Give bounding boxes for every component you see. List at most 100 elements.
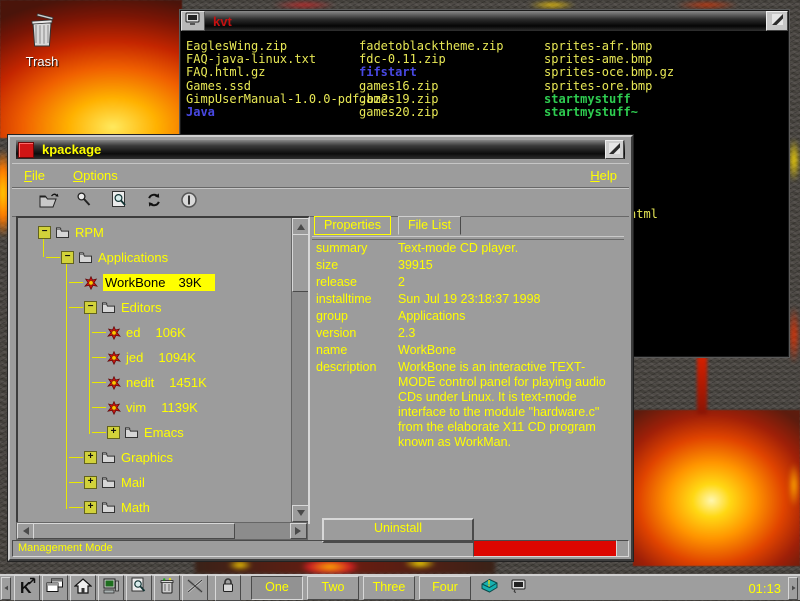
- tools-button[interactable]: [182, 575, 208, 601]
- kpackage-window-menu-button[interactable]: [18, 142, 34, 158]
- desktop-button-one[interactable]: One: [251, 576, 303, 600]
- panel-hide-handle-right[interactable]: [788, 577, 798, 600]
- tree-label: vim1139K: [126, 400, 198, 415]
- package-icon: [84, 276, 98, 290]
- tree-label: Graphics: [121, 450, 173, 465]
- folder-icon: [78, 251, 93, 264]
- window-list-icon: [46, 578, 64, 599]
- tree-connector-line: [92, 407, 106, 408]
- kpackage-task-button[interactable]: !: [477, 576, 501, 600]
- terminal-line: FAQ.html.gz: [186, 66, 388, 79]
- tab-file-list[interactable]: File List: [398, 216, 461, 235]
- tree-item-size: 1139K: [161, 400, 198, 415]
- desktop-button-four[interactable]: Four: [419, 576, 471, 600]
- scroll-up-button[interactable]: [292, 218, 309, 235]
- k-menu-button[interactable]: K: [14, 575, 40, 601]
- trash-button[interactable]: [154, 575, 180, 601]
- scroll-down-button[interactable]: [292, 505, 309, 522]
- package-icon: [107, 401, 121, 415]
- tree-item-jed[interactable]: jed1094K: [18, 345, 290, 370]
- desktop-button-two[interactable]: Two: [307, 576, 359, 600]
- expand-expander[interactable]: +: [107, 426, 120, 439]
- find-package-button[interactable]: [71, 191, 97, 215]
- terminal-column: fadetoblacktheme.zipfdc-0.11.zipfifstart…: [359, 40, 504, 119]
- tree-item-editors[interactable]: − Editors: [18, 295, 290, 320]
- scroll-left-button[interactable]: [17, 523, 34, 539]
- find-file-button[interactable]: [106, 191, 132, 215]
- home-icon: [74, 578, 92, 599]
- arrow-down-icon: [297, 510, 305, 520]
- kvt-task-button[interactable]: [507, 576, 531, 600]
- lock-button[interactable]: [215, 575, 241, 601]
- terminal-button[interactable]: [98, 575, 124, 601]
- menu-options[interactable]: Options: [73, 168, 118, 183]
- tree-connector-line: [69, 282, 83, 283]
- home-button[interactable]: [70, 575, 96, 601]
- kpackage-maximize-button[interactable]: [605, 140, 624, 159]
- tree-connector-line: [69, 507, 83, 508]
- tree-horizontal-scrollbar[interactable]: [16, 522, 308, 540]
- tree-label: Applications: [98, 250, 168, 265]
- tree-item-graphics[interactable]: + Graphics: [18, 445, 290, 470]
- terminal-column: EaglesWing.zipFAQ-java-linux.txtFAQ.html…: [186, 40, 388, 119]
- collapse-expander[interactable]: −: [38, 226, 51, 239]
- tree-item-math[interactable]: +Math: [18, 495, 290, 520]
- tree-item-name: Editors: [121, 300, 161, 315]
- menu-help[interactable]: Help: [590, 168, 617, 183]
- panel-hide-handle-left[interactable]: [1, 577, 11, 600]
- kvt-titlebar-bar[interactable]: kvt: [205, 11, 766, 31]
- kvt-window-menu-button[interactable]: [181, 11, 205, 31]
- wallpaper-flame-tile: [633, 410, 800, 566]
- tree-item-ed[interactable]: ed106K: [18, 320, 290, 345]
- package-tree-panel[interactable]: −RPM−ApplicationsWorkBone39K−Editorsed10…: [16, 216, 310, 524]
- property-key: summary: [316, 241, 396, 255]
- terminal-line: sprites-oce.bmp.gz: [544, 66, 674, 79]
- collapse-expander[interactable]: −: [84, 301, 97, 314]
- tree-label: jed1094K: [126, 350, 196, 365]
- kpackage-titlebar[interactable]: kpackage: [16, 140, 625, 159]
- tree-item-emacs[interactable]: +Emacs: [18, 420, 290, 445]
- kpackage-menubar: File Options Help: [12, 163, 629, 188]
- expand-expander[interactable]: +: [84, 451, 97, 464]
- expand-expander[interactable]: +: [84, 501, 97, 514]
- tree-item-nedit[interactable]: nedit1451K: [18, 370, 290, 395]
- tree-label: nedit1451K: [126, 375, 207, 390]
- wallpaper-swirl: [697, 356, 707, 414]
- scrollbar-thumb[interactable]: [292, 234, 309, 292]
- terminal-line: startmystuff~: [544, 106, 674, 119]
- tree-item-rpm[interactable]: −RPM: [18, 220, 290, 245]
- terminal-text-fragment: html: [629, 207, 658, 221]
- kvt-task-icon: [511, 579, 527, 598]
- tree-item-vim[interactable]: vim1139K: [18, 395, 290, 420]
- scroll-right-button[interactable]: [290, 523, 307, 539]
- tree-connector-line: [92, 357, 106, 358]
- lock-icon: [221, 577, 235, 599]
- progress-bar: [473, 540, 617, 557]
- trash-desktop-icon[interactable]: Trash: [12, 12, 72, 69]
- tree-connector-line: [69, 482, 83, 483]
- terminal-line: games20.zip: [359, 106, 504, 119]
- find-files-button[interactable]: [126, 575, 152, 601]
- property-value: 39915: [398, 258, 610, 273]
- desktop-button-three[interactable]: Three: [363, 576, 415, 600]
- menu-file[interactable]: File: [24, 168, 45, 183]
- kvt-titlebar[interactable]: kvt: [181, 11, 788, 31]
- collapse-expander[interactable]: −: [61, 251, 74, 264]
- svg-text:!: !: [487, 579, 490, 589]
- expand-expander[interactable]: +: [84, 476, 97, 489]
- open-package-button[interactable]: [36, 191, 62, 215]
- kvt-maximize-button[interactable]: [766, 11, 788, 31]
- property-value: WorkBone is an interactive TEXT-MODE con…: [398, 360, 610, 450]
- tree-vertical-scrollbar[interactable]: [291, 218, 308, 522]
- reload-button[interactable]: [141, 191, 167, 215]
- window-list-button[interactable]: [42, 575, 68, 601]
- tab-properties[interactable]: Properties: [314, 216, 391, 235]
- details-tabs: Properties File List: [314, 216, 461, 235]
- tree-item-mail[interactable]: +Mail: [18, 470, 290, 495]
- quit-button[interactable]: [176, 191, 202, 215]
- kpackage-window: kpackage FileOptionsHelp −RPM−Applicatio…: [8, 135, 633, 561]
- property-key: group: [316, 309, 396, 323]
- trash-can-icon: [27, 36, 57, 51]
- tree-item-workbone[interactable]: WorkBone39K: [18, 270, 290, 295]
- scrollbar-thumb[interactable]: [33, 523, 235, 539]
